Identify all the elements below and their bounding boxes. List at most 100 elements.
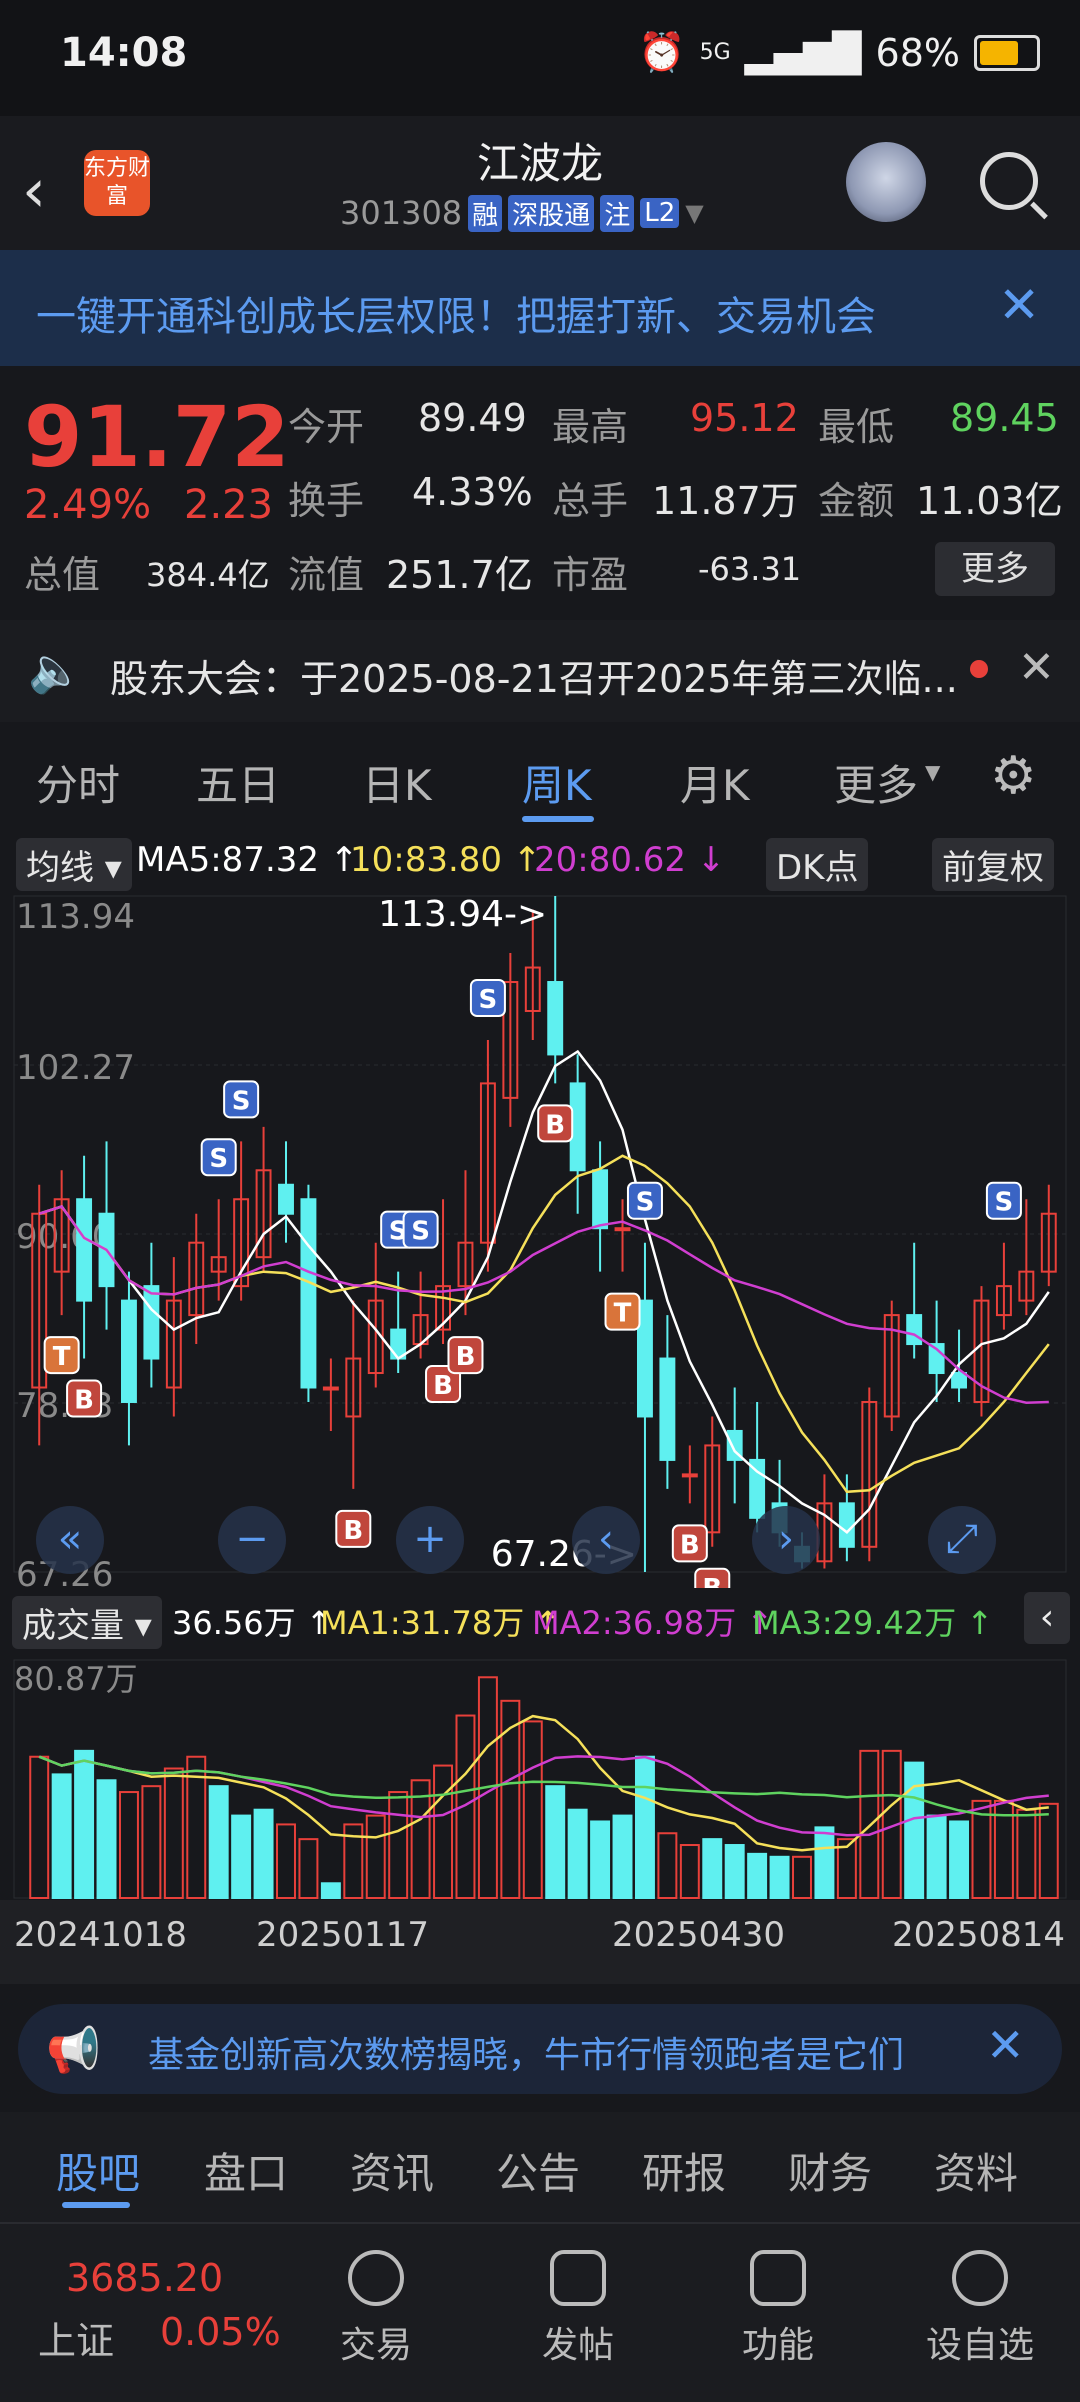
tab-order-book[interactable]: 盘口 [204, 2140, 288, 2201]
ma-selector-label: 均线 [26, 848, 94, 888]
scroll-right-icon[interactable]: › [752, 1506, 820, 1574]
signal-letter: B [433, 1371, 453, 1401]
signal-marker-B: B [447, 1336, 484, 1375]
volume-bar [634, 1755, 655, 1900]
signal-letter: B [680, 1530, 700, 1560]
tab-profile[interactable]: 资料 [934, 2140, 1018, 2201]
tab-five-day[interactable]: 五日 [196, 752, 280, 813]
index-percent: 0.05% [160, 2310, 281, 2354]
zoom-in-icon[interactable]: + [396, 1506, 464, 1574]
ma-selector[interactable]: 均线 ▾ [16, 838, 132, 891]
tab-guba[interactable]: 股吧 [56, 2140, 140, 2201]
kline-chart[interactable]: 113.94102.2790.6078.9367.26TBSSBSSBBSBTS… [0, 890, 1080, 1588]
period-tabs: 分时 五日 日K 周K 月K 更多 ▼ ⚙ [0, 722, 1080, 830]
close-icon[interactable]: ✕ [986, 2018, 1025, 2072]
notice-bar[interactable]: 🔈 股东大会：于2025-08-21召开2025年第三次临... ✕ [0, 620, 1080, 722]
alarm-icon: ⏰ [638, 30, 686, 74]
market-cap-label: 总值 [24, 553, 101, 597]
nav-add-watchlist[interactable]: 设自选 [910, 2250, 1050, 2368]
fullscreen-icon[interactable]: ⤢ [928, 1506, 996, 1574]
control-glyph: › [778, 1516, 794, 1562]
tab-announcements[interactable]: 公告 [496, 2140, 580, 2201]
volume-bar [208, 1785, 229, 1900]
float-cap-label: 流值 [288, 553, 365, 597]
signal-letter: S [995, 1188, 1014, 1218]
signal-marker-B: B [694, 1567, 731, 1588]
ma-legend: 均线 ▾ MA5:87.32 ↑ 10:83.80 ↑ 20:80.62 ↓ D… [0, 830, 1080, 891]
nav-post[interactable]: 发帖 [508, 2250, 648, 2368]
signal-icon: ▂▄▆█ [744, 30, 862, 75]
tab-news[interactable]: 资讯 [350, 2140, 434, 2201]
tab-monthly-k[interactable]: 月K [680, 752, 750, 813]
volume-chart[interactable]: 80.87万 20241018 20250117 20250430 20250814 [0, 1648, 1080, 1986]
tab-more[interactable]: 更多 [834, 752, 918, 813]
ma20-line [38, 1205, 1049, 1404]
turnover-label: 换手 [288, 479, 365, 523]
vol-ma3-line [38, 1755, 1049, 1817]
volume-selector[interactable]: 成交量 ▾ [12, 1596, 162, 1649]
candle-body [143, 1285, 160, 1360]
index-name[interactable]: 上证 [38, 2310, 114, 2365]
candle-body [278, 1183, 294, 1215]
y-tick-label: 102.27 [16, 1048, 135, 1088]
volume-bar [74, 1749, 95, 1899]
volume-legend: 成交量 ▾ 36.56万 ↑ MA1:31.78万 ↑ MA2:36.98万 ↑… [0, 1588, 1080, 1649]
float-cap-value: 251.7亿 [386, 553, 533, 597]
adjustment-button[interactable]: 前复权 [932, 838, 1054, 891]
signal-marker-S: S [626, 1181, 663, 1220]
search-icon[interactable] [980, 152, 1038, 210]
assistant-robot-icon[interactable] [846, 142, 926, 222]
volume-bar [545, 1785, 566, 1900]
volume-bar [118, 1791, 139, 1899]
tag-level2: L2 [640, 198, 680, 228]
candle-body [547, 981, 564, 1056]
close-icon[interactable]: ✕ [998, 276, 1040, 334]
promo-banner-text: 一键开通科创成长层权限！把握打新、交易机会 [36, 294, 876, 340]
dropdown-icon[interactable]: ▼ [685, 199, 703, 227]
tab-intraday[interactable]: 分时 [36, 752, 120, 813]
ad-banner[interactable]: 📢 基金创新高次数榜揭晓，牛市行情领跑者是它们 ✕ [18, 2004, 1062, 2094]
zoom-left-icon[interactable]: « [36, 1506, 104, 1574]
amount-label: 金额 [818, 479, 895, 523]
stock-code-row[interactable]: 301308 融 深股通 注 L2 ▼ [340, 194, 704, 232]
nav-trade[interactable]: 交易 [306, 2250, 446, 2368]
nav-functions[interactable]: 功能 [708, 2250, 848, 2368]
signal-marker-S: S [223, 1080, 260, 1119]
signal-letter: B [702, 1574, 722, 1588]
tab-weekly-k[interactable]: 周K [522, 752, 592, 813]
trade-icon [348, 2250, 404, 2306]
high-label: 最高 [552, 405, 629, 449]
close-icon[interactable]: ✕ [1018, 642, 1055, 693]
signal-marker-S: S [402, 1210, 439, 1249]
volume-bar [51, 1773, 72, 1899]
more-button[interactable]: 更多 [935, 542, 1055, 596]
tag-connect: 深股通 [508, 194, 595, 232]
volume-bar [29, 1755, 50, 1900]
speaker-icon: 🔈 [28, 645, 83, 696]
gear-icon[interactable]: ⚙ [990, 746, 1037, 806]
tab-financials[interactable]: 财务 [788, 2140, 872, 2201]
battery-icon [974, 34, 1040, 71]
volume-bar [859, 1749, 880, 1899]
volume-value: 36.56万 ↑ [172, 1604, 333, 1642]
control-glyph: + [413, 1516, 447, 1562]
tab-research[interactable]: 研报 [642, 2140, 726, 2201]
status-time: 14:08 [60, 30, 188, 76]
promo-banner[interactable]: 一键开通科创成长层权限！把握打新、交易机会 ✕ [0, 250, 1080, 366]
tab-daily-k[interactable]: 日K [362, 752, 432, 813]
scroll-left-icon[interactable]: ‹ [572, 1506, 640, 1574]
control-glyph: « [58, 1516, 82, 1562]
volume-max-label: 80.87万 [14, 1660, 138, 1698]
candle-body [76, 1198, 93, 1302]
volume-bar [522, 1720, 543, 1899]
dk-point-button[interactable]: DK点 [766, 838, 869, 891]
collapse-panel-icon[interactable]: ‹ [1024, 1592, 1070, 1644]
signal-letter: S [411, 1217, 430, 1247]
control-glyph: ‹ [598, 1516, 614, 1562]
stock-code: 301308 [340, 194, 463, 232]
market-cap-value: 384.4亿 [146, 556, 270, 594]
zoom-out-icon[interactable]: − [218, 1506, 286, 1574]
content-tabs: 股吧 盘口 资讯 公告 研报 财务 资料 [0, 2112, 1080, 2222]
signal-letter: S [232, 1086, 251, 1116]
volume-bar [500, 1699, 521, 1900]
